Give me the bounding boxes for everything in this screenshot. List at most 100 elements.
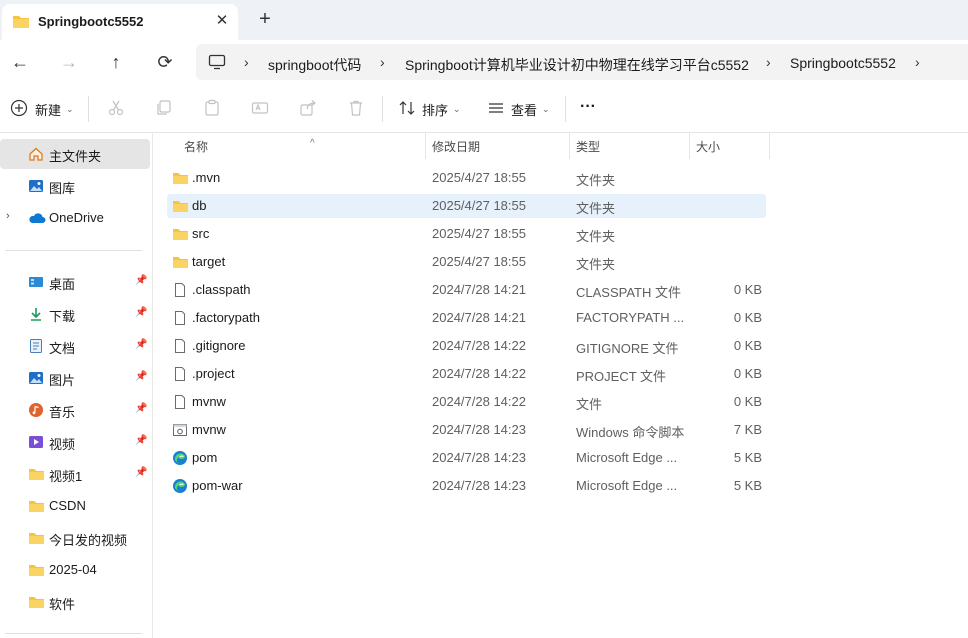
- forward-button[interactable]: →: [57, 50, 81, 74]
- file-name: .mvn: [192, 170, 221, 185]
- file-row[interactable]: .project 2024/7/28 14:22 PROJECT 文件 0 KB: [167, 362, 766, 386]
- sidebar-item-today-videos[interactable]: 今日发的视频: [0, 523, 150, 553]
- sidebar-item-home[interactable]: 主文件夹: [0, 139, 150, 169]
- sidebar-item-onedrive[interactable]: › OneDrive: [0, 203, 150, 233]
- document-icon: [28, 338, 44, 354]
- refresh-button[interactable]: ⟳: [153, 50, 177, 74]
- sidebar-item-desktop[interactable]: 桌面 📌: [0, 267, 150, 297]
- breadcrumb-separator[interactable]: ›: [244, 54, 249, 70]
- computer-icon[interactable]: [208, 54, 226, 73]
- address-row: ← → ↑ ⟳ › springboot代码 › Springboot计算机毕业…: [0, 40, 968, 85]
- breadcrumb-item[interactable]: springboot代码: [268, 55, 361, 75]
- more-options-button[interactable]: ···: [580, 97, 596, 117]
- breadcrumb-item[interactable]: Springboot计算机毕业设计初中物理在线学习平台c5552: [405, 55, 749, 75]
- sidebar-item-label: 音乐: [49, 405, 76, 420]
- rename-button[interactable]: [251, 99, 269, 119]
- folder-icon: [28, 594, 44, 610]
- pin-icon[interactable]: 📌: [135, 467, 147, 478]
- breadcrumb-item[interactable]: Springbootc5552: [790, 55, 896, 71]
- file-list: ^ 名称 修改日期 类型 大小 .mvn 2025/4/27 18:55 文件夹 db…: [153, 133, 968, 638]
- divider: [382, 96, 383, 122]
- file-name: .factorypath: [192, 310, 260, 325]
- column-header-date[interactable]: 修改日期: [426, 133, 569, 159]
- file-row[interactable]: .classpath 2024/7/28 14:21 CLASSPATH 文件 0 K…: [167, 278, 766, 302]
- command-bar: 新建 ⌄ 排序 ⌄ 查看 ⌄ ···: [0, 86, 968, 133]
- close-tab-icon[interactable]: ✕: [212, 11, 232, 31]
- back-button[interactable]: ←: [8, 50, 32, 74]
- breadcrumb-separator[interactable]: ›: [380, 54, 385, 70]
- sidebar-item-label: 软件: [49, 597, 76, 612]
- file-row[interactable]: mvnw 2024/7/28 14:22 文件 0 KB: [167, 390, 766, 414]
- sidebar-item-videos[interactable]: 视频 📌: [0, 427, 150, 457]
- tab-title: Springbootc5552: [38, 14, 144, 29]
- column-header-name[interactable]: ^ 名称: [167, 133, 425, 159]
- pin-icon[interactable]: 📌: [135, 435, 147, 446]
- column-header-label: 修改日期: [432, 140, 481, 154]
- pin-icon[interactable]: 📌: [135, 403, 147, 414]
- file-type: 文件: [576, 397, 603, 412]
- scissors-icon: [107, 99, 125, 120]
- file-row[interactable]: mvnw 2024/7/28 14:23 Windows 命令脚本 7 KB: [167, 418, 766, 442]
- file-size: 0 KB: [733, 394, 762, 409]
- file-name: target: [192, 254, 226, 269]
- column-header-size[interactable]: 大小: [690, 133, 769, 159]
- file-row[interactable]: db 2025/4/27 18:55 文件夹: [167, 194, 766, 218]
- sidebar-item-videos1[interactable]: 视频1 📌: [0, 459, 150, 489]
- tab-springbootc5552[interactable]: Springbootc5552 ✕: [2, 4, 238, 40]
- paste-button[interactable]: [203, 99, 221, 119]
- sidebar-item-gallery[interactable]: 图库: [0, 171, 150, 201]
- sidebar-item-label: 文档: [49, 341, 76, 356]
- home-icon: [28, 146, 44, 162]
- file-row[interactable]: .mvn 2025/4/27 18:55 文件夹: [167, 166, 766, 190]
- chevron-right-icon[interactable]: ›: [6, 210, 10, 222]
- sidebar-item-label: 下载: [49, 309, 76, 324]
- share-button[interactable]: [299, 99, 317, 119]
- sidebar-item-downloads[interactable]: 下载 📌: [0, 299, 150, 329]
- file-row[interactable]: .factorypath 2024/7/28 14:21 FACTORYPATH .…: [167, 306, 766, 330]
- sidebar-item-documents[interactable]: 文档 📌: [0, 331, 150, 361]
- gallery-icon: [28, 178, 44, 194]
- file-type: 文件夹: [576, 173, 616, 188]
- file-row[interactable]: src 2025/4/27 18:55 文件夹: [167, 222, 766, 246]
- pin-icon[interactable]: 📌: [135, 275, 147, 286]
- sidebar-item-label: 主文件夹: [49, 149, 102, 164]
- pin-icon[interactable]: 📌: [135, 371, 147, 382]
- breadcrumb-separator[interactable]: ›: [766, 54, 771, 70]
- file-row[interactable]: pom 2024/7/28 14:23 Microsoft Edge ... 5 KB: [167, 446, 766, 470]
- sidebar-item-label: 视频1: [49, 469, 83, 484]
- file-date: 2024/7/28 14:22: [432, 366, 526, 381]
- delete-button[interactable]: [347, 99, 365, 119]
- file-row[interactable]: pom-war 2024/7/28 14:23 Microsoft Edge ...…: [167, 474, 766, 498]
- column-header-type[interactable]: 类型: [570, 133, 689, 159]
- file-row[interactable]: .gitignore 2024/7/28 14:22 GITIGNORE 文件 0 K…: [167, 334, 766, 358]
- plus-circle-icon: [10, 99, 28, 120]
- sidebar-item-label: 图库: [49, 181, 76, 196]
- address-bar[interactable]: › springboot代码 › Springboot计算机毕业设计初中物理在线…: [196, 44, 968, 80]
- pin-icon[interactable]: 📌: [135, 307, 147, 318]
- sidebar-item-software[interactable]: 软件: [0, 587, 150, 617]
- sidebar-item-label: 桌面: [49, 277, 76, 292]
- new-button[interactable]: 新建 ⌄: [10, 99, 74, 119]
- folder-icon: [172, 170, 188, 186]
- cut-button[interactable]: [107, 99, 125, 119]
- divider: [88, 96, 89, 122]
- tab-bar: Springbootc5552 ✕ +: [0, 0, 968, 40]
- file-size: 5 KB: [733, 450, 762, 465]
- copy-button[interactable]: [155, 99, 173, 119]
- file-icon: [172, 310, 188, 326]
- sidebar-item-csdn[interactable]: CSDN: [0, 491, 150, 521]
- column-resize-handle[interactable]: [769, 133, 770, 159]
- up-button[interactable]: ↑: [104, 50, 128, 74]
- breadcrumb-separator[interactable]: ›: [915, 54, 920, 70]
- pin-icon[interactable]: 📌: [135, 339, 147, 350]
- sidebar-item-pictures[interactable]: 图片 📌: [0, 363, 150, 393]
- file-row[interactable]: target 2025/4/27 18:55 文件夹: [167, 250, 766, 274]
- sort-button[interactable]: 排序 ⌄: [398, 99, 461, 119]
- view-button[interactable]: 查看 ⌄: [487, 99, 550, 119]
- file-date: 2024/7/28 14:22: [432, 394, 526, 409]
- new-tab-button[interactable]: +: [254, 9, 276, 31]
- sidebar-item-2025-04[interactable]: 2025-04: [0, 555, 150, 585]
- file-date: 2024/7/28 14:21: [432, 310, 526, 325]
- sidebar-item-music[interactable]: 音乐 📌: [0, 395, 150, 425]
- column-header-label: 类型: [576, 140, 601, 154]
